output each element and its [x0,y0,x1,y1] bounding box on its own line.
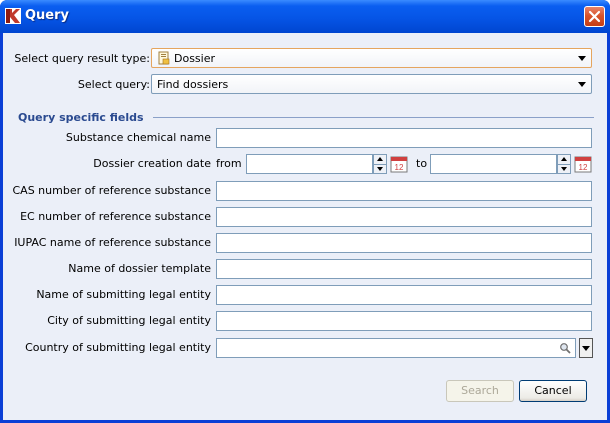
result-type-value: Dossier [174,52,216,65]
result-type-label: Select query result type: [14,52,150,65]
date-from-input[interactable] [246,154,373,174]
country-label: Country of submitting legal entity [25,341,211,354]
calendar-icon[interactable]: 12 [574,155,592,173]
spinner-divider [558,164,570,165]
substance-name-label: Substance chemical name [65,131,211,144]
app-logo-icon [5,8,21,24]
query-value: Find dossiers [157,78,229,91]
search-icon[interactable] [559,342,571,354]
spinner-up-icon[interactable] [561,157,567,161]
section-title: Query specific fields [18,111,144,124]
iupac-label: IUPAC name of reference substance [14,236,211,249]
city-label: City of submitting legal entity [47,314,211,327]
section-divider [153,117,594,118]
dossier-icon [158,51,170,65]
spinner-up-icon[interactable] [377,157,383,161]
legal-entity-input[interactable] [216,285,592,305]
search-button[interactable]: Search [446,380,514,402]
to-label: to [416,157,428,170]
result-type-select[interactable]: Dossier [151,48,592,68]
chevron-down-icon [578,56,586,61]
country-dropdown-button[interactable] [579,338,593,358]
creation-date-label: Dossier creation date [93,157,211,170]
date-from-spinner[interactable] [373,154,387,174]
iupac-input[interactable] [216,233,592,253]
window-title: Query [25,8,70,23]
query-dialog: Query Select query result type: Dossier … [0,0,610,423]
svg-text:12: 12 [579,163,588,172]
template-input[interactable] [216,259,592,279]
city-input[interactable] [216,311,592,331]
cas-input[interactable] [216,181,592,201]
template-label: Name of dossier template [68,262,211,275]
close-icon [588,10,601,23]
cas-label: CAS number of reference substance [12,184,212,197]
chevron-down-icon [582,346,590,351]
dialog-content: Select query result type: Dossier Select… [3,33,607,420]
chevron-down-icon [578,82,586,87]
from-label: from [216,157,242,170]
date-to-input[interactable] [430,154,557,174]
title-bar[interactable]: Query [0,0,610,33]
ec-label: EC number of reference substance [20,210,211,223]
query-label: Select query: [77,78,150,91]
cancel-button[interactable]: Cancel [519,380,587,402]
date-to-spinner[interactable] [557,154,571,174]
spinner-divider [374,164,386,165]
query-select[interactable]: Find dossiers [151,74,592,94]
substance-name-input[interactable] [216,128,592,148]
spinner-down-icon[interactable] [377,167,383,171]
legal-entity-label: Name of submitting legal entity [36,288,211,301]
svg-text:12: 12 [395,163,404,172]
close-button[interactable] [584,6,605,27]
spinner-down-icon[interactable] [561,167,567,171]
country-input[interactable] [216,338,576,358]
calendar-icon[interactable]: 12 [390,155,408,173]
ec-input[interactable] [216,207,592,227]
